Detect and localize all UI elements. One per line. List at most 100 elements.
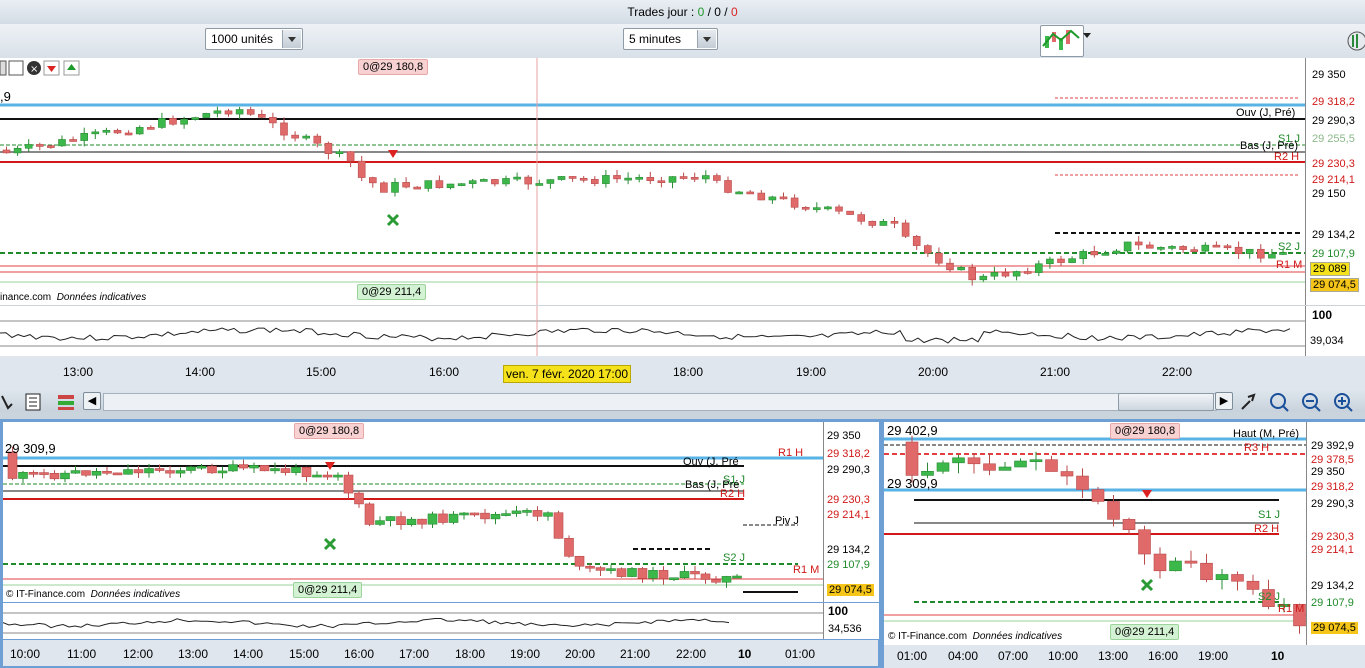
candle <box>217 470 228 474</box>
candle <box>1231 574 1244 582</box>
candle <box>391 182 399 193</box>
zoom-fit-icon[interactable] <box>1270 393 1286 409</box>
candle <box>1014 460 1027 468</box>
candle <box>202 113 211 118</box>
candle <box>602 175 610 184</box>
candle <box>427 513 438 525</box>
scroll-right-button[interactable]: ▶ <box>1215 392 1233 410</box>
candle <box>553 512 564 539</box>
candle <box>446 183 455 189</box>
osc-value-label: 34,536 <box>828 623 862 635</box>
candle <box>291 134 299 139</box>
candle <box>635 177 644 180</box>
pan-tool-icon[interactable] <box>1241 393 1256 410</box>
candle <box>637 568 648 579</box>
line-label-ouv: Ouv (J, Pré) <box>1236 107 1296 119</box>
candle <box>469 512 480 516</box>
time-tick: 07:00 <box>998 649 1029 663</box>
pencil-icon[interactable] <box>0 60 7 76</box>
candle <box>701 175 710 180</box>
grip-handle[interactable] <box>1341 3 1359 21</box>
watermark-brand: inance.com <box>0 292 52 303</box>
candle <box>1169 560 1182 572</box>
candle <box>968 267 977 281</box>
buy-order-tag[interactable]: 0@29 211,4 <box>357 284 427 300</box>
candle <box>713 175 721 181</box>
watermark: inance.com Données indicatives <box>0 292 146 303</box>
sell-order-tag[interactable]: 0@29 180,8 <box>1110 423 1181 439</box>
cursor-tool-icon[interactable] <box>1 395 13 410</box>
candle <box>890 221 899 224</box>
candle <box>1246 580 1260 590</box>
left-oscillator[interactable] <box>2 603 823 639</box>
candle <box>669 577 679 581</box>
sell-order-tag[interactable]: 0@29 180,8 <box>358 59 429 75</box>
candle <box>58 139 66 147</box>
candle <box>343 474 354 494</box>
layers-icon[interactable] <box>58 395 74 399</box>
candle <box>1157 247 1165 250</box>
right-price-chart[interactable] <box>884 422 1306 645</box>
main-oscillator[interactable] <box>0 306 1305 356</box>
window-icon[interactable] <box>8 60 24 76</box>
scroll-track[interactable] <box>103 393 1217 411</box>
candle <box>690 571 700 575</box>
time-tick: 22:00 <box>1162 365 1193 379</box>
scroll-left-button[interactable]: ◀ <box>83 392 101 410</box>
candle <box>1190 249 1198 252</box>
candle <box>191 117 199 120</box>
candle <box>522 510 532 513</box>
chart-type-button[interactable] <box>1040 25 1084 57</box>
zoom-tools <box>1238 391 1365 413</box>
chevron-down-icon[interactable] <box>1083 33 1091 38</box>
candle <box>1134 241 1143 246</box>
candle <box>564 538 574 557</box>
candle <box>835 206 843 212</box>
candle <box>169 118 177 125</box>
candle <box>957 267 965 271</box>
candle <box>905 441 919 476</box>
right-chart-area[interactable] <box>884 422 1306 645</box>
candle <box>1138 529 1151 555</box>
left-chart-area[interactable] <box>3 422 823 602</box>
buy-order-tag[interactable]: 0@29 211,4 <box>293 582 363 598</box>
candle <box>35 144 44 147</box>
candle <box>1212 244 1221 248</box>
candle <box>1153 553 1167 572</box>
candle <box>457 183 466 186</box>
scroll-thumb[interactable] <box>1118 393 1214 411</box>
sell-order-tag[interactable]: 0@29 180,8 <box>294 423 365 439</box>
oscillator-line <box>2 612 823 634</box>
timeframe-select[interactable]: 5 minutes <box>623 28 718 50</box>
candle <box>912 236 921 246</box>
buy-marker-icon <box>323 537 337 551</box>
candle <box>102 130 111 133</box>
trades-neutral: 0 <box>714 5 721 19</box>
candle <box>1234 246 1243 254</box>
candle <box>490 513 501 520</box>
quantity-value: 1000 unités <box>211 32 274 46</box>
osc-value-label: 39,034 <box>1310 335 1344 347</box>
candle <box>801 206 810 210</box>
chevron-down-icon[interactable] <box>282 30 301 48</box>
time-tick: 18:00 <box>455 647 486 661</box>
main-chart-area[interactable] <box>0 58 1305 305</box>
low-price-tag: 29 074,5 <box>1310 278 1359 292</box>
chevron-down-icon[interactable] <box>697 30 716 48</box>
cursor-date-tag: ven. 7 févr. 2020 17:00 <box>503 365 632 383</box>
time-tick: 17:00 <box>399 647 430 661</box>
buy-order-tag[interactable]: 0@29 211,4 <box>1110 624 1180 640</box>
line-label-ouv: Ouv (J, Pré <box>683 456 739 468</box>
candle <box>657 180 666 183</box>
collapse-panel-button[interactable] <box>1343 26 1365 56</box>
candle <box>147 127 155 130</box>
candle <box>1168 246 1176 249</box>
price-tick: 29 214,1 <box>827 509 870 521</box>
watermark: © IT-Finance.com Données indicatives <box>6 589 180 600</box>
left-price-chart[interactable] <box>3 422 823 602</box>
quantity-select[interactable]: 1000 unités <box>205 28 303 50</box>
candle <box>448 513 459 523</box>
candle <box>224 110 233 115</box>
main-price-chart[interactable] <box>0 58 1305 305</box>
candle <box>123 469 133 475</box>
